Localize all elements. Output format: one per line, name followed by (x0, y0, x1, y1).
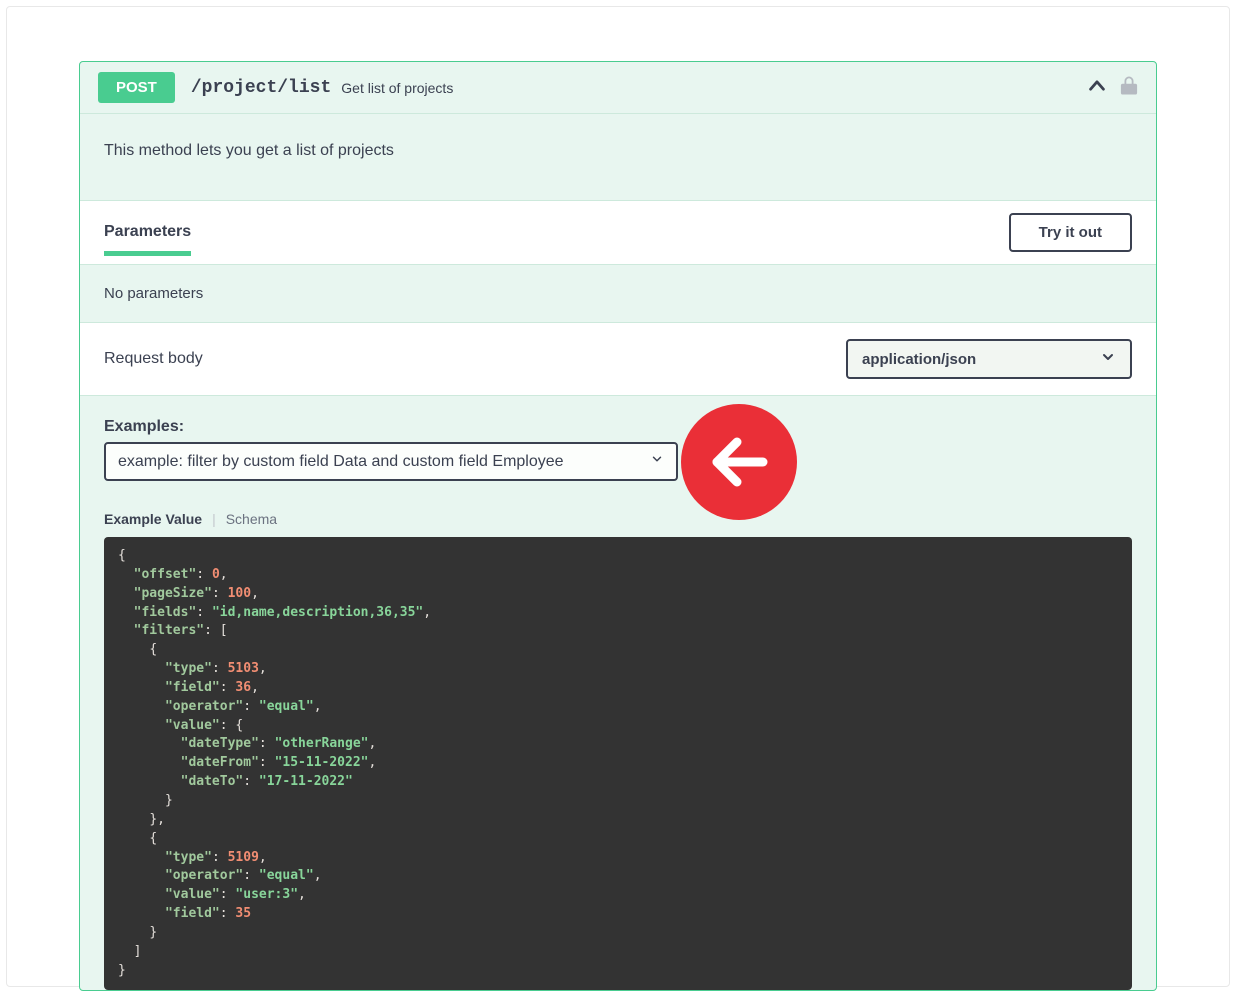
example-select[interactable]: example: filter by custom field Data and… (104, 442, 678, 481)
tab-schema[interactable]: Schema (226, 511, 277, 527)
endpoint-summary: Get list of projects (341, 80, 453, 96)
example-tabs: Example Value | Schema (104, 511, 1132, 527)
chevron-down-icon (650, 452, 664, 471)
example-select-value: example: filter by custom field Data and… (118, 453, 564, 471)
tab-parameters[interactable]: Parameters (104, 223, 191, 256)
content-type-value: application/json (862, 351, 976, 368)
request-body-bar: Request body application/json (80, 323, 1156, 396)
header-controls (1086, 74, 1138, 101)
endpoint-path: /project/list (191, 78, 331, 98)
request-body-label: Request body (104, 350, 203, 368)
no-parameters-text: No parameters (80, 265, 1156, 323)
content-type-select[interactable]: application/json (846, 339, 1132, 379)
operation-header[interactable]: POST /project/list Get list of projects (80, 62, 1156, 113)
http-method-badge: POST (98, 72, 175, 103)
tab-example-value[interactable]: Example Value (104, 511, 202, 527)
example-json-code[interactable]: { "offset": 0, "pageSize": 100, "fields"… (104, 537, 1132, 990)
lock-icon[interactable] (1120, 75, 1138, 100)
request-body-content: Examples: example: filter by custom fiel… (80, 396, 1156, 990)
tab-divider: | (212, 511, 216, 527)
annotation-arrow-left-icon (681, 404, 797, 520)
chevron-down-icon (1100, 349, 1116, 369)
parameters-bar: Parameters Try it out (80, 200, 1156, 265)
api-doc-frame: POST /project/list Get list of projects … (6, 6, 1230, 987)
operation-description: This method lets you get a list of proje… (80, 114, 1156, 200)
examples-label: Examples: (104, 418, 1132, 436)
collapse-chevron-icon[interactable] (1086, 74, 1108, 101)
api-operation-block: POST /project/list Get list of projects … (79, 61, 1157, 991)
try-it-out-button[interactable]: Try it out (1009, 213, 1132, 252)
